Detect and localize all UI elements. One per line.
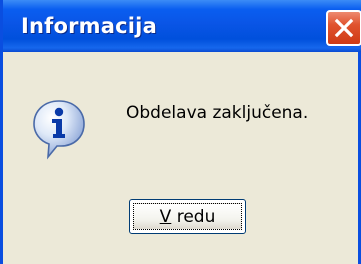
ok-access-key: V	[159, 206, 172, 227]
information-icon	[33, 100, 85, 160]
close-button[interactable]	[326, 10, 361, 46]
focus-rectangle: V redu	[133, 203, 242, 230]
dialog-window: Informacija Obdelava zaključena. V redu	[0, 0, 361, 264]
close-icon	[334, 18, 354, 38]
dialog-message: Obdelava zaključena.	[126, 103, 309, 123]
ok-button-label: V redu	[160, 207, 216, 227]
title-bar[interactable]: Informacija	[3, 0, 361, 52]
ok-button[interactable]: V redu	[129, 199, 246, 234]
window-title: Informacija	[21, 14, 157, 38]
ok-label-rest: redu	[171, 206, 216, 227]
